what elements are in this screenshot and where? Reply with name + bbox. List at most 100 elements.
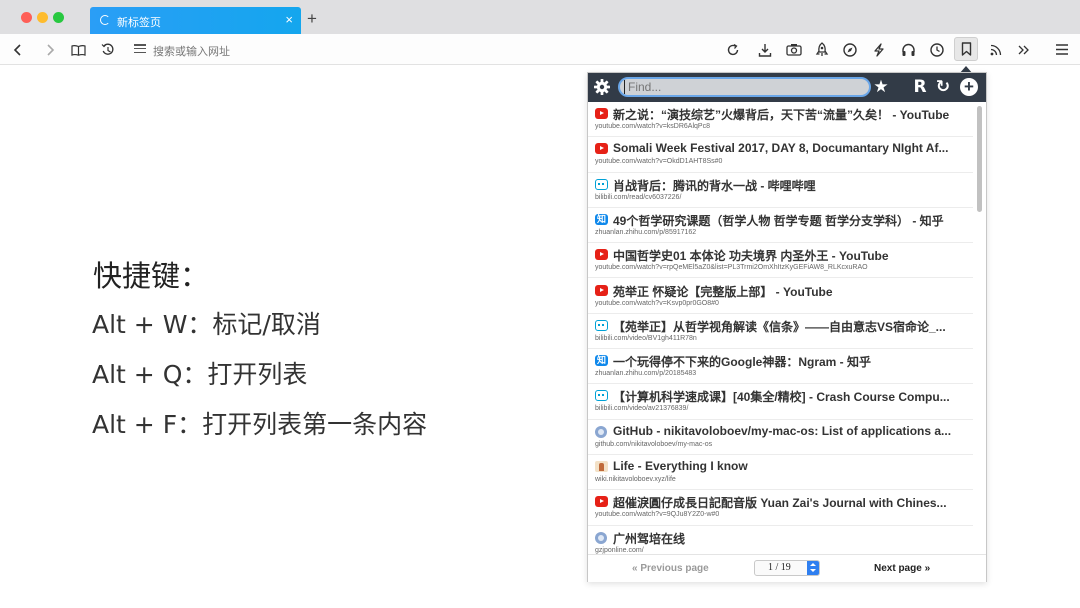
page-number: 1 / 19	[768, 562, 791, 573]
item-title: GitHub - nikitavoloboev/my-mac-os: List …	[613, 423, 952, 438]
rss-icon[interactable]	[984, 34, 1008, 65]
bilibili-icon	[595, 319, 608, 331]
reader-icon[interactable]	[66, 34, 90, 65]
youtube-icon	[595, 143, 608, 155]
add-icon[interactable]: +	[960, 78, 978, 96]
item-title: 【苑举正】从哲学视角解读《信条》——自由意志VS宿命论_...	[613, 319, 946, 334]
list-item[interactable]: 超催淚圓仔成長日記配音版 Yuan Zai's Journal with Chi…	[588, 490, 973, 526]
download-icon[interactable]	[753, 34, 777, 65]
item-title: 新之说：“演技综艺”火爆背后，天下苦“流量”久矣！ - YouTube	[613, 108, 950, 122]
list-item[interactable]: 知一个玩得停不下来的Google神器：Ngram - 知乎 zhuanlan.zh…	[588, 349, 973, 385]
shortcut-line: Alt + W：标记/取消	[92, 310, 321, 339]
compass-icon[interactable]	[838, 34, 862, 65]
text-caret	[624, 80, 625, 94]
item-url: bilibili.com/read/cv6037226/	[595, 193, 682, 201]
youtube-icon	[595, 108, 608, 119]
item-url: bilibili.com/video/av21376839/	[595, 405, 689, 413]
sync-icon[interactable]: ↻	[934, 77, 952, 97]
item-url: youtube.com/watch?v=OkdD1AHT8Ss#0	[595, 158, 723, 166]
loading-icon	[100, 15, 110, 25]
bilibili-icon	[595, 390, 608, 402]
item-title: 49个哲学研究课题（哲学人物 哲学专题 哲学分支学科） - 知乎	[613, 213, 944, 228]
item-title: 肖战背后：腾讯的背水一战 - 哔哩哔哩	[613, 178, 816, 193]
item-title: 中国哲学史01 本体论 功夫境界 内圣外王 - YouTube	[613, 249, 889, 264]
back-icon[interactable]	[6, 34, 30, 65]
more-icon[interactable]	[1012, 34, 1036, 65]
gear-icon[interactable]	[593, 78, 611, 96]
zhihu-icon: 知	[595, 213, 608, 225]
menu-icon[interactable]	[1050, 34, 1074, 65]
page-select[interactable]: 1 / 19	[754, 560, 820, 576]
globe-icon	[595, 531, 607, 544]
list-item[interactable]: 广州驾培在线 gzjponline.com/	[588, 526, 973, 554]
popup-header: ★ R ↻ +	[588, 73, 986, 102]
bookmark-icon[interactable]	[954, 37, 978, 61]
youtube-icon	[595, 249, 608, 261]
zoom-window-button[interactable]	[53, 12, 64, 23]
close-window-button[interactable]	[21, 12, 32, 23]
star-icon[interactable]: ★	[872, 77, 890, 97]
tab-close-icon[interactable]: ×	[285, 12, 293, 27]
address-bar[interactable]: 搜索或输入网址	[153, 43, 230, 59]
browser-toolbar: 搜索或输入网址	[0, 34, 1080, 65]
item-title: 超催淚圓仔成長日記配音版 Yuan Zai's Journal with Chi…	[613, 496, 947, 511]
next-page-link[interactable]: Next page »	[874, 563, 930, 574]
list-item[interactable]: Life - Everything I know wiki.nikitavolob…	[588, 455, 973, 491]
item-url: youtube.com/watch?v=rpQeMEl5aZ0&list=PL3…	[595, 264, 868, 272]
item-title: 【计算机科学速成课】[40集全/精校] - Crash Course Compu…	[613, 390, 950, 405]
item-url: youtube.com/watch?v=9QJu8Y2Z0-w#0	[595, 511, 720, 519]
random-button[interactable]: R	[911, 77, 929, 97]
shortcut-line: Alt + F：打开列表第一条内容	[92, 410, 428, 439]
shortcut-heading: 快捷键：	[93, 259, 210, 293]
item-url: youtube.com/watch?v=ksDR6AlqPc8	[595, 123, 710, 130]
bookmark-list: 新之说：“演技综艺”火爆背后，天下苦“流量”久矣！ - YouTube youtu…	[588, 102, 973, 554]
list-item[interactable]: 苑举正 怀疑论【完整版上部】 - YouTube youtube.com/watc…	[588, 279, 973, 314]
item-url: bilibili.com/video/BV1gh411R78n	[595, 334, 697, 342]
new-tab-button[interactable]: +	[307, 10, 317, 27]
bookmark-popup: ★ R ↻ + 新之说：“演技综艺”火爆背后，天下苦“流量”久矣！ - YouT…	[587, 72, 987, 582]
scrollbar-thumb[interactable]	[977, 106, 982, 212]
previous-page-link[interactable]: « Previous page	[632, 563, 709, 574]
item-title: Life - Everything I know	[613, 459, 748, 473]
lightning-icon[interactable]	[867, 34, 891, 65]
list-item[interactable]: 【计算机科学速成课】[40集全/精校] - Crash Course Compu…	[588, 384, 973, 420]
item-url: github.com/nikitavoloboev/my-mac-os	[595, 440, 713, 448]
item-title: Somali Week Festival 2017, DAY 8, Documa…	[613, 141, 949, 156]
reload-icon[interactable]	[721, 34, 745, 65]
title-bar: 新标签页 × +	[0, 0, 1080, 34]
stepper-icon[interactable]	[807, 561, 819, 575]
globe-icon	[595, 425, 607, 438]
list-item[interactable]: 知 49个哲学研究课题（哲学人物 哲学专题 哲学分支学科） - 知乎 zhuanla…	[588, 208, 973, 244]
item-url: zhuanlan.zhihu.com/p/20185483	[595, 370, 697, 378]
wiki-icon	[595, 461, 608, 472]
list-item[interactable]: 【苑举正】从哲学视角解读《信条》——自由意志VS宿命论_... bilibili.…	[588, 314, 973, 350]
rocket-icon[interactable]	[810, 34, 834, 65]
minimize-window-button[interactable]	[37, 12, 48, 23]
popup-footer: « Previous page 1 / 19 Next page »	[588, 554, 986, 582]
list-item[interactable]: 肖战背后：腾讯的背水一战 - 哔哩哔哩 bilibili.com/read/cv6…	[588, 173, 973, 208]
camera-icon[interactable]	[782, 34, 806, 65]
item-url: zhuanlan.zhihu.com/p/85917162	[595, 228, 697, 236]
youtube-icon	[595, 284, 608, 296]
list-item[interactable]: 新之说：“演技综艺”火爆背后，天下苦“流量”久矣！ - YouTube youtu…	[588, 102, 973, 138]
item-url: wiki.nikitavoloboev.xyz/life	[595, 476, 676, 483]
list-item[interactable]: GitHub - nikitavoloboev/my-mac-os: List …	[588, 420, 973, 455]
list-item[interactable]: 中国哲学史01 本体论 功夫境界 内圣外王 - YouTube youtube.c…	[588, 243, 973, 279]
forward-icon[interactable]	[38, 34, 62, 65]
address-list-icon	[134, 44, 146, 55]
shortcut-line: Alt + Q：打开列表	[92, 360, 308, 389]
tab-title: 新标签页	[117, 16, 161, 29]
headphones-icon[interactable]	[896, 34, 920, 65]
clock-icon[interactable]	[925, 34, 949, 65]
zhihu-icon: 知	[595, 355, 608, 367]
item-url: youtube.com/watch?v=Ksvp0pr0GO8#0	[595, 299, 719, 307]
find-input[interactable]	[618, 77, 871, 97]
list-item[interactable]: Somali Week Festival 2017, DAY 8, Documa…	[588, 137, 973, 173]
youtube-icon	[595, 496, 608, 508]
item-url: gzjponline.com/	[595, 546, 644, 554]
history-icon[interactable]	[96, 34, 120, 65]
item-title: 一个玩得停不下来的Google神器：Ngram - 知乎	[613, 355, 872, 370]
item-title: 广州驾培在线	[613, 531, 686, 546]
tab-new-tab[interactable]: 新标签页 ×	[90, 7, 301, 34]
item-title: 苑举正 怀疑论【完整版上部】 - YouTube	[613, 284, 833, 299]
